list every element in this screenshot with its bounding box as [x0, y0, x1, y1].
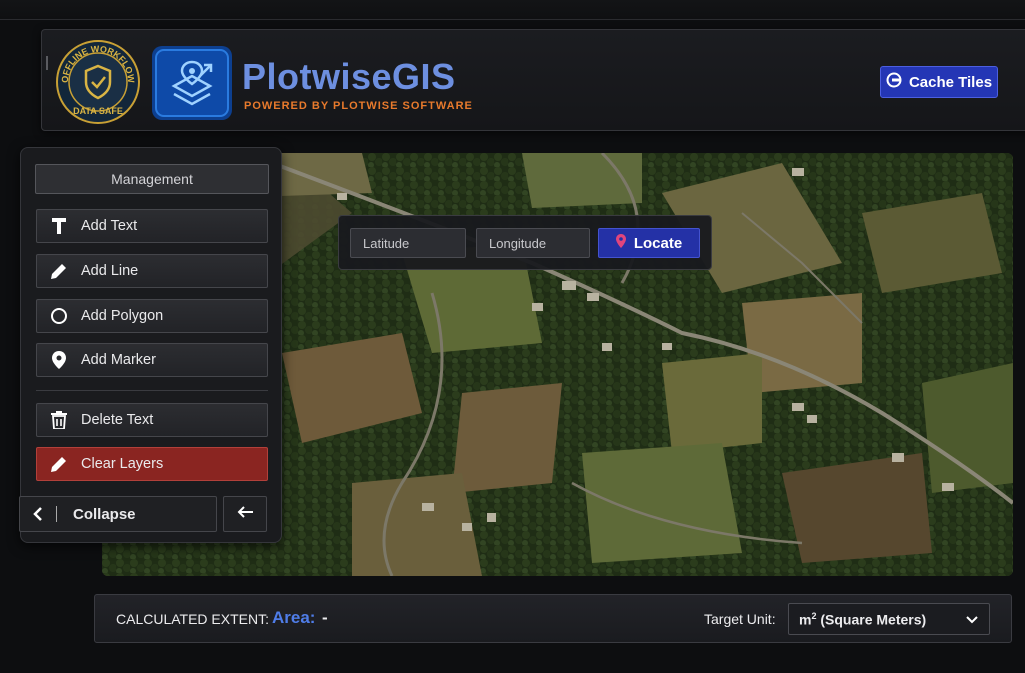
add-polygon-label: Add Polygon [81, 308, 164, 324]
circle-icon [37, 307, 81, 325]
latitude-input[interactable] [350, 228, 466, 258]
management-sidebar: Management Add Text Add Line Add Polygon… [19, 147, 282, 543]
longitude-input[interactable] [476, 228, 590, 258]
locate-button[interactable]: Locate [598, 228, 700, 258]
window-top-strip [0, 0, 1025, 20]
chevron-left-icon [20, 507, 56, 521]
header-marker [46, 56, 48, 70]
cache-tiles-button[interactable]: Cache Tiles [880, 66, 998, 98]
app-logo-icon [152, 46, 232, 120]
add-polygon-button[interactable]: Add Polygon [36, 299, 268, 333]
unit-selected-value: m2 (Square Meters) [799, 610, 927, 628]
marker-icon [37, 351, 81, 369]
target-unit-select[interactable]: m2 (Square Meters) [788, 603, 990, 635]
cache-icon [886, 72, 902, 92]
extent-bar: CALCULATED EXTENT: Area: - Target Unit: … [94, 594, 1012, 643]
collapse-separator [56, 506, 57, 522]
chevron-down-icon [965, 612, 979, 629]
text-icon [37, 218, 81, 234]
add-text-button[interactable]: Add Text [36, 209, 268, 243]
delete-text-label: Delete Text [81, 412, 154, 428]
offline-badge-logo: OFFLINE WORKFLOW DATA SAFE [56, 40, 140, 124]
add-line-label: Add Line [81, 263, 139, 279]
pencil-icon [37, 262, 81, 280]
collapse-button[interactable]: Collapse [19, 496, 217, 532]
add-marker-button[interactable]: Add Marker [36, 343, 268, 377]
clear-layers-button[interactable]: Clear Layers [36, 447, 268, 481]
collapse-label: Collapse [73, 505, 136, 523]
management-header: Management [35, 164, 269, 194]
eraser-icon [37, 455, 81, 473]
app-title: PlotwiseGIS [242, 56, 456, 97]
app-header: OFFLINE WORKFLOW DATA SAFE PlotwiseGIS PO… [41, 29, 1025, 131]
arrow-left-button[interactable] [223, 496, 267, 532]
clear-layers-label: Clear Layers [81, 456, 164, 472]
add-text-label: Add Text [81, 218, 138, 234]
trash-icon [37, 411, 81, 429]
area-value: - [322, 608, 328, 627]
map-pin-icon [615, 234, 626, 252]
add-marker-label: Add Marker [81, 352, 156, 368]
locate-label: Locate [633, 234, 683, 252]
extent-label: CALCULATED EXTENT: [116, 611, 269, 627]
badge-text-bottom: DATA SAFE [73, 106, 123, 116]
target-unit-label: Target Unit: [704, 611, 776, 627]
arrow-left-icon [237, 505, 253, 523]
locate-panel: Locate [338, 215, 712, 270]
cache-tiles-label: Cache Tiles [908, 73, 993, 91]
delete-text-button[interactable]: Delete Text [36, 403, 268, 437]
add-line-button[interactable]: Add Line [36, 254, 268, 288]
area-label: Area: [272, 608, 316, 627]
sidebar-divider [36, 390, 268, 391]
app-subtitle: POWERED BY PLOTWISE SOFTWARE [244, 100, 473, 112]
